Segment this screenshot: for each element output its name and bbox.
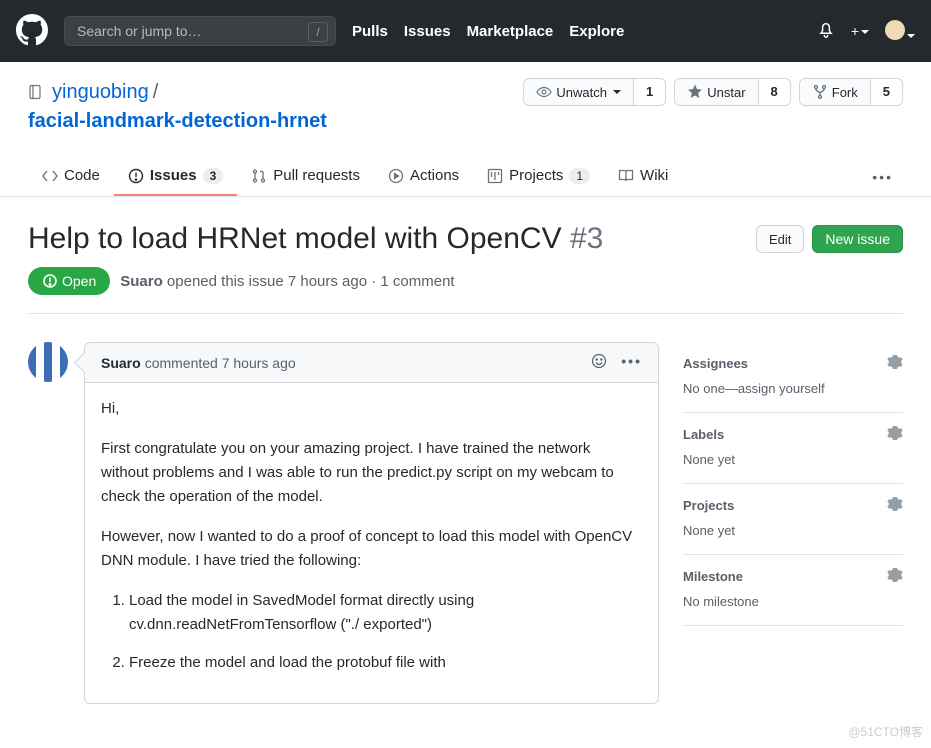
tab-wiki[interactable]: Wiki xyxy=(604,157,682,196)
project-icon xyxy=(487,168,503,184)
fork-count[interactable]: 5 xyxy=(871,78,903,106)
projects-counter: 1 xyxy=(569,168,590,184)
tab-pull-requests[interactable]: Pull requests xyxy=(237,157,374,196)
issue-header: Help to load HRNet model with OpenCV #3 … xyxy=(28,221,903,257)
state-badge: Open xyxy=(28,267,110,295)
comment-p1: Hi, xyxy=(101,397,642,421)
repo-name-link[interactable]: facial-landmark-detection-hrnet xyxy=(28,110,327,132)
commenter-avatar[interactable] xyxy=(28,342,68,382)
comment-author-link[interactable]: Suaro xyxy=(101,355,141,371)
star-icon xyxy=(687,84,703,100)
notifications-icon[interactable] xyxy=(817,22,835,40)
issue-number: #3 xyxy=(570,222,603,255)
timeline: Suaro commented 7 hours ago ••• Hi, Firs… xyxy=(28,342,659,704)
issue-sidebar: Assignees No one—assign yourself Labels … xyxy=(683,342,903,704)
nav-links: Pulls Issues Marketplace Explore xyxy=(352,23,624,40)
divider xyxy=(28,313,903,314)
nav-pulls[interactable]: Pulls xyxy=(352,23,388,40)
sidebar-labels: Labels None yet xyxy=(683,413,903,484)
pr-icon xyxy=(251,168,267,184)
kebab-icon[interactable]: ••• xyxy=(621,353,642,372)
unstar-button[interactable]: Unstar xyxy=(674,78,758,106)
smiley-icon[interactable] xyxy=(591,353,607,372)
issues-counter: 3 xyxy=(203,168,224,184)
repo-icon xyxy=(28,84,44,100)
github-logo[interactable] xyxy=(16,14,48,49)
tab-code[interactable]: Code xyxy=(28,157,114,196)
header-right: + xyxy=(817,20,915,43)
issue-opened-icon xyxy=(128,168,144,184)
global-header: / Pulls Issues Marketplace Explore + xyxy=(0,0,931,62)
gear-icon[interactable] xyxy=(887,496,903,515)
comment-box: Suaro commented 7 hours ago ••• Hi, Firs… xyxy=(84,342,659,704)
plus-menu[interactable]: + xyxy=(851,23,869,39)
comment-time: commented 7 hours ago xyxy=(145,355,296,371)
issue-meta-text: Suaro opened this issue 7 hours ago · 1 … xyxy=(120,273,454,290)
tabs-more-icon[interactable]: ••• xyxy=(862,159,903,195)
github-mark-icon xyxy=(16,14,48,46)
milestone-body: No milestone xyxy=(683,594,903,609)
repo-actions: Unwatch 1 Unstar 8 Fork 5 xyxy=(523,78,903,106)
comment-p2: First congratulate you on your amazing p… xyxy=(101,437,642,509)
sidebar-assignees: Assignees No one—assign yourself xyxy=(683,342,903,413)
user-menu[interactable] xyxy=(885,20,915,43)
comment-li2: Freeze the model and load the protobuf f… xyxy=(129,651,642,675)
labels-body: None yet xyxy=(683,452,903,467)
comment-header: Suaro commented 7 hours ago ••• xyxy=(85,343,658,383)
sidebar-milestone: Milestone No milestone xyxy=(683,555,903,626)
issue-opened-icon xyxy=(42,273,58,289)
search-input[interactable] xyxy=(64,16,336,46)
fork-icon xyxy=(812,84,828,100)
comment-li1: Load the model in SavedModel format dire… xyxy=(129,589,642,637)
play-icon xyxy=(388,168,404,184)
code-icon xyxy=(42,168,58,184)
watermark: @51CTO博客 xyxy=(848,723,923,740)
unwatch-button[interactable]: Unwatch xyxy=(523,78,634,106)
tab-issues[interactable]: Issues3 xyxy=(114,157,237,196)
fork-button[interactable]: Fork xyxy=(799,78,871,106)
avatar-icon xyxy=(885,20,905,40)
discussion: Suaro commented 7 hours ago ••• Hi, Firs… xyxy=(28,342,903,704)
gear-icon[interactable] xyxy=(887,567,903,586)
repo-head: yinguobing / Unwatch 1 Unstar 8 xyxy=(0,62,931,133)
new-issue-button[interactable]: New issue xyxy=(812,225,903,253)
tab-actions[interactable]: Actions xyxy=(374,157,473,196)
eye-icon xyxy=(536,84,552,100)
tab-projects[interactable]: Projects1 xyxy=(473,157,604,196)
star-count[interactable]: 8 xyxy=(759,78,791,106)
book-icon xyxy=(618,168,634,184)
issue-title: Help to load HRNet model with OpenCV #3 xyxy=(28,221,756,257)
issue-author-link[interactable]: Suaro xyxy=(120,273,163,290)
edit-button[interactable]: Edit xyxy=(756,225,804,253)
repo-divider: / xyxy=(153,81,159,104)
watch-count[interactable]: 1 xyxy=(634,78,666,106)
sidebar-projects: Projects None yet xyxy=(683,484,903,555)
comment-body: Hi, First congratulate you on your amazi… xyxy=(85,383,658,703)
gear-icon[interactable] xyxy=(887,354,903,373)
repo-tabs: Code Issues3 Pull requests Actions Proje… xyxy=(0,157,931,197)
gear-icon[interactable] xyxy=(887,425,903,444)
nav-issues[interactable]: Issues xyxy=(404,23,451,40)
comment-p3: However, now I wanted to do a proof of c… xyxy=(101,525,642,573)
projects-body: None yet xyxy=(683,523,903,538)
repo-owner-link[interactable]: yinguobing xyxy=(52,81,149,104)
search-wrap: / xyxy=(64,16,336,46)
nav-explore[interactable]: Explore xyxy=(569,23,624,40)
assign-yourself-link[interactable]: No one—assign yourself xyxy=(683,381,825,396)
issue-meta: Open Suaro opened this issue 7 hours ago… xyxy=(28,267,903,295)
nav-marketplace[interactable]: Marketplace xyxy=(467,23,554,40)
issue-container: Help to load HRNet model with OpenCV #3 … xyxy=(0,197,931,728)
slash-hint: / xyxy=(308,22,328,42)
